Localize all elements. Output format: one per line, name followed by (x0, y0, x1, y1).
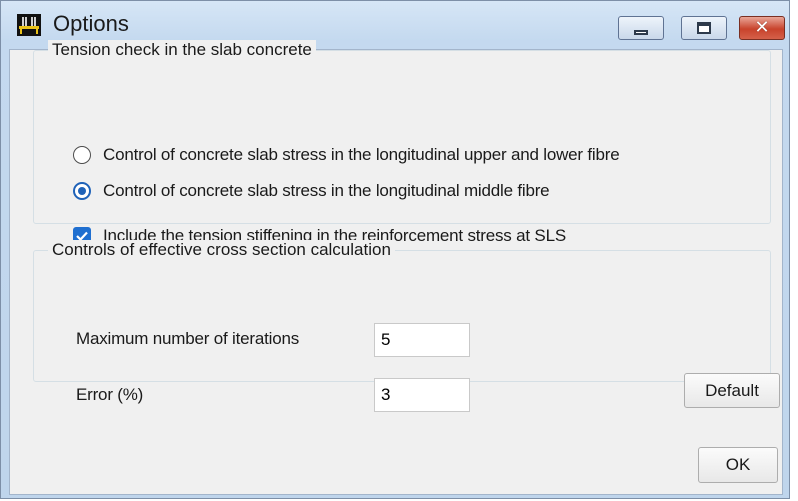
minimize-icon (634, 29, 648, 35)
radio-selected-dot (78, 187, 86, 195)
app-logo-icon (17, 14, 41, 36)
max-iterations-input[interactable]: 5 (374, 323, 470, 357)
tension-group-title: Tension check in the slab concrete (48, 40, 316, 60)
radio-middle-label: Control of concrete slab stress in the l… (103, 181, 550, 200)
close-button[interactable]: ✕ (739, 16, 785, 40)
options-window: Options ✕ Tension check in the slab conc… (0, 0, 790, 499)
ok-button[interactable]: OK (698, 447, 778, 483)
close-icon: ✕ (754, 17, 770, 38)
radio-upper-lower-label: Control of concrete slab stress in the l… (103, 145, 620, 164)
minimize-button[interactable] (618, 16, 664, 40)
max-iterations-label: Maximum number of iterations (76, 329, 300, 348)
controls-group-title: Controls of effective cross section calc… (48, 240, 395, 260)
radio-button-unchecked[interactable] (73, 146, 91, 164)
window-title: Options (53, 11, 129, 36)
error-percent-label: Error (%) (76, 385, 144, 404)
default-button[interactable]: Default (684, 373, 780, 408)
maximize-button[interactable] (681, 16, 727, 40)
radio-middle-fibre[interactable]: Control of concrete slab stress in the l… (73, 181, 550, 201)
title-bar[interactable]: Options ✕ (1, 1, 789, 41)
radio-upper-lower-fibre[interactable]: Control of concrete slab stress in the l… (73, 145, 620, 165)
effective-section-group: Controls of effective cross section calc… (33, 240, 771, 382)
maximize-icon (697, 22, 711, 34)
error-percent-input[interactable]: 3 (374, 378, 470, 412)
radio-button-checked[interactable] (73, 182, 91, 200)
